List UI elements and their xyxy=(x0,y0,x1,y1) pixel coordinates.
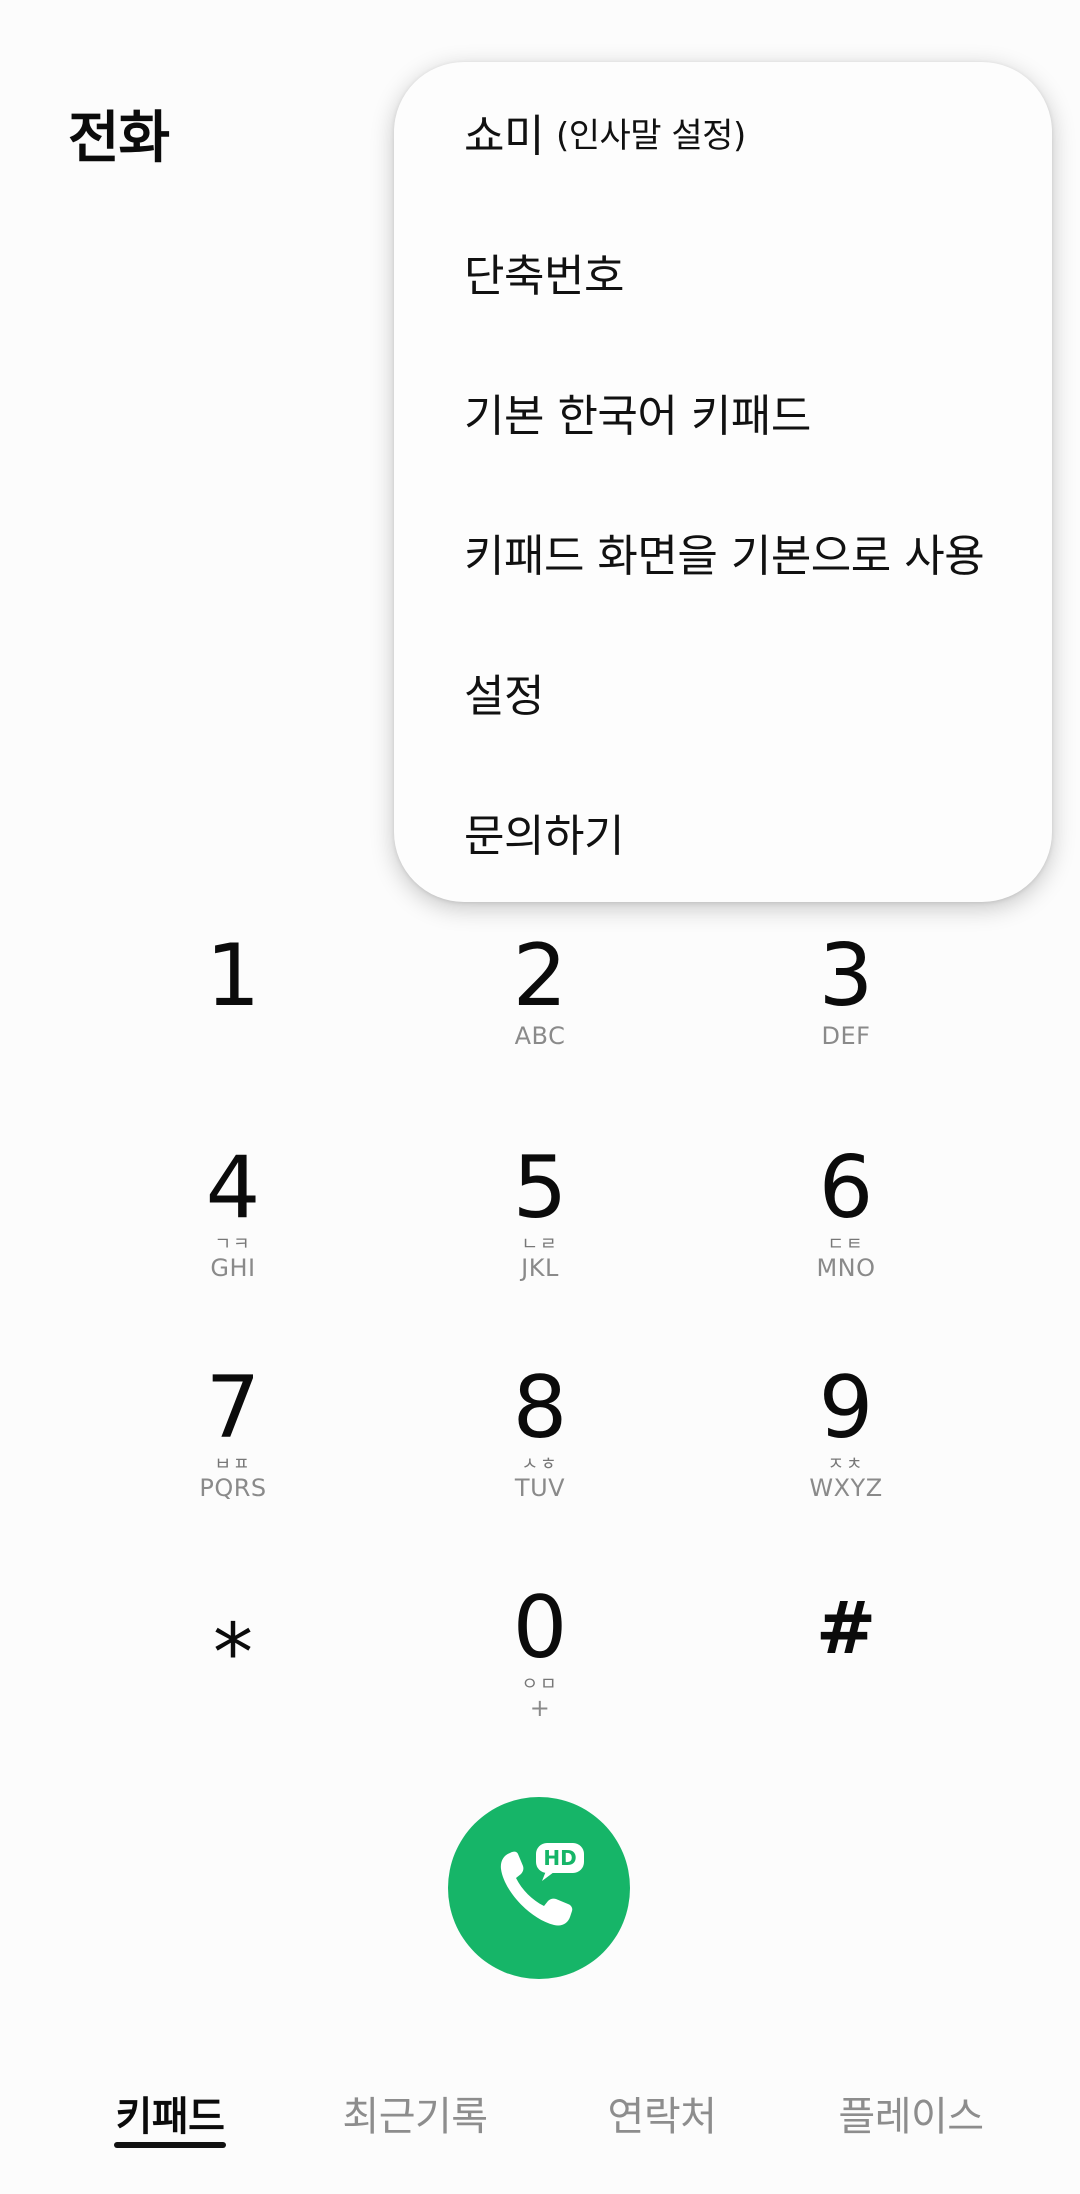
key-0[interactable]: 0 ㅇㅁ + xyxy=(390,1582,690,1772)
key-digit: 3 xyxy=(818,926,874,1026)
menu-item-sublabel: (인사말 설정) xyxy=(555,115,746,156)
key-3[interactable]: 3 DEF xyxy=(696,930,996,1120)
key-letters: PQRS xyxy=(199,1474,267,1502)
key-digit: 9 xyxy=(818,1358,874,1458)
key-hangul: ㅇㅁ xyxy=(521,1674,559,1695)
tab-places[interactable]: 플레이스 xyxy=(834,2084,988,2164)
key-digit: 6 xyxy=(818,1138,874,1238)
key-letters: GHI xyxy=(210,1254,256,1282)
key-letters: ABC xyxy=(514,1022,566,1050)
key-1[interactable]: 1 xyxy=(83,930,383,1120)
key-digit: 1 xyxy=(205,926,261,1026)
hd-call-button[interactable]: HD xyxy=(448,1797,630,1979)
key-digit: 7 xyxy=(205,1358,261,1458)
key-digit: 4 xyxy=(205,1138,261,1238)
menu-item-speed-dial[interactable]: 단축번호 xyxy=(464,202,1044,342)
menu-item-default-korean-keypad[interactable]: 기본 한국어 키패드 xyxy=(464,342,1044,482)
key-hash[interactable]: # xyxy=(696,1582,996,1772)
key-hangul: ㅅㅎ xyxy=(521,1454,559,1475)
key-letters: TUV xyxy=(514,1474,566,1502)
key-hangul: ㅂㅍ xyxy=(214,1454,252,1475)
key-letters: JKL xyxy=(521,1254,559,1282)
key-4[interactable]: 4 ㄱㅋ GHI xyxy=(83,1142,383,1332)
asterisk-icon: ⁎ xyxy=(213,1581,253,1674)
hash-icon: # xyxy=(815,1586,877,1670)
menu-item-label: 쇼미 xyxy=(464,111,544,162)
active-tab-indicator xyxy=(114,2142,226,2148)
key-2[interactable]: 2 ABC xyxy=(390,930,690,1120)
menu-item-inquiry[interactable]: 문의하기 xyxy=(464,762,1044,902)
key-7[interactable]: 7 ㅂㅍ PQRS xyxy=(83,1362,383,1552)
page-title: 전화 xyxy=(68,106,170,171)
hd-phone-icon: HD xyxy=(500,1843,584,1926)
key-5[interactable]: 5 ㄴㄹ JKL xyxy=(390,1142,690,1332)
tab-recent-calls[interactable]: 최근기록 xyxy=(340,2084,490,2164)
key-hangul: ㅈㅊ xyxy=(827,1454,865,1475)
key-star[interactable]: ⁎ xyxy=(83,1582,383,1772)
overflow-menu: 쇼미 (인사말 설정) 단축번호 기본 한국어 키패드 키패드 화면을 기본으로 … xyxy=(394,62,1052,902)
key-hangul: ㄱㅋ xyxy=(214,1234,252,1255)
menu-item-showme[interactable]: 쇼미 (인사말 설정) xyxy=(464,62,1044,202)
key-letters: DEF xyxy=(821,1022,871,1050)
key-digit: 0 xyxy=(512,1578,568,1678)
menu-item-keypad-as-default[interactable]: 키패드 화면을 기본으로 사용 xyxy=(464,482,1044,622)
key-hangul: ㄴㄹ xyxy=(521,1234,559,1255)
hd-badge-text: HD xyxy=(543,1846,576,1870)
bottom-tab-bar: 키패드 최근기록 연락처 플레이스 xyxy=(0,2070,1080,2194)
key-6[interactable]: 6 ㄷㅌ MNO xyxy=(696,1142,996,1332)
key-digit: 5 xyxy=(512,1138,568,1238)
key-8[interactable]: 8 ㅅㅎ TUV xyxy=(390,1362,690,1552)
key-letters: WXYZ xyxy=(809,1474,883,1502)
key-letters: + xyxy=(529,1694,551,1722)
key-hangul: ㄷㅌ xyxy=(827,1234,865,1255)
tab-keypad[interactable]: 키패드 xyxy=(112,2084,228,2164)
phone-app-screen: 전화 1 2 ABC 3 DEF 4 ㄱㅋ GHI 5 ㄴㄹ JKL 6 ㄷㅌ … xyxy=(0,0,1080,2194)
key-9[interactable]: 9 ㅈㅊ WXYZ xyxy=(696,1362,996,1552)
key-digit: 8 xyxy=(512,1358,568,1458)
key-letters: MNO xyxy=(816,1254,876,1282)
tab-contacts[interactable]: 연락처 xyxy=(604,2084,720,2164)
key-digit: 2 xyxy=(512,926,568,1026)
menu-item-settings[interactable]: 설정 xyxy=(464,622,1044,762)
